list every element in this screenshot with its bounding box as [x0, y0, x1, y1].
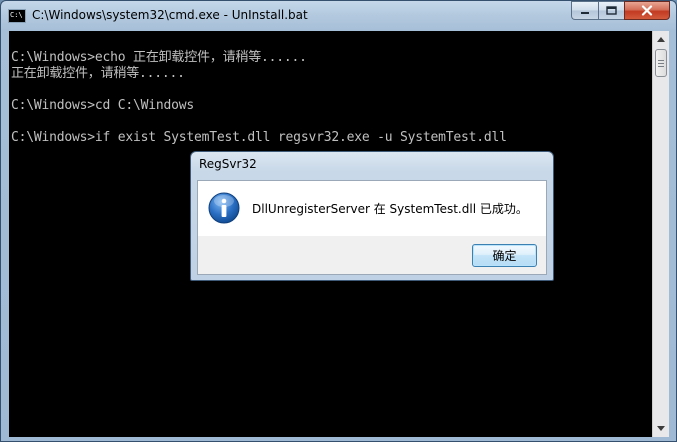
minimize-button[interactable]: [571, 1, 598, 20]
maximize-icon: [606, 6, 617, 15]
cmd-app-icon[interactable]: C:\: [8, 9, 26, 23]
close-button[interactable]: [624, 1, 670, 20]
window-title: C:\Windows\system32\cmd.exe - UnInstall.…: [32, 8, 308, 22]
scroll-up-button[interactable]: [653, 31, 669, 48]
grip-line: [658, 59, 664, 61]
maximize-button[interactable]: [598, 1, 624, 20]
grip-line: [658, 65, 664, 67]
scroll-down-button[interactable]: [653, 420, 669, 437]
dialog-body: DllUnregisterServer 在 SystemTest.dll 已成功…: [197, 180, 547, 275]
console-line: 正在卸载控件，请稍等......: [11, 66, 185, 81]
console-line: C:\Windows>cd C:\Windows: [11, 98, 195, 113]
caption-buttons: [571, 1, 670, 21]
grip-line: [658, 62, 664, 64]
console-line: C:\Windows>echo 正在卸载控件，请稍等......: [11, 50, 307, 65]
close-icon: [641, 5, 653, 16]
arrow-up-icon: [657, 37, 665, 42]
regsvr32-dialog: RegSvr32 DllUnregisterServer 在 SystemTes…: [190, 151, 554, 281]
vertical-scrollbar[interactable]: [652, 31, 669, 437]
ok-button[interactable]: 确定: [472, 244, 537, 267]
dialog-title: RegSvr32: [199, 157, 257, 171]
dialog-content: DllUnregisterServer 在 SystemTest.dll 已成功…: [198, 181, 546, 236]
console-line: C:\Windows>if exist SystemTest.dll regsv…: [11, 130, 507, 145]
info-icon: [208, 192, 240, 224]
scroll-thumb[interactable]: [655, 49, 667, 77]
dialog-message: DllUnregisterServer 在 SystemTest.dll 已成功…: [252, 202, 528, 216]
arrow-down-icon: [657, 426, 665, 431]
minimize-icon: [581, 11, 589, 14]
title-bar[interactable]: C:\ C:\Windows\system32\cmd.exe - UnInst…: [1, 1, 676, 31]
